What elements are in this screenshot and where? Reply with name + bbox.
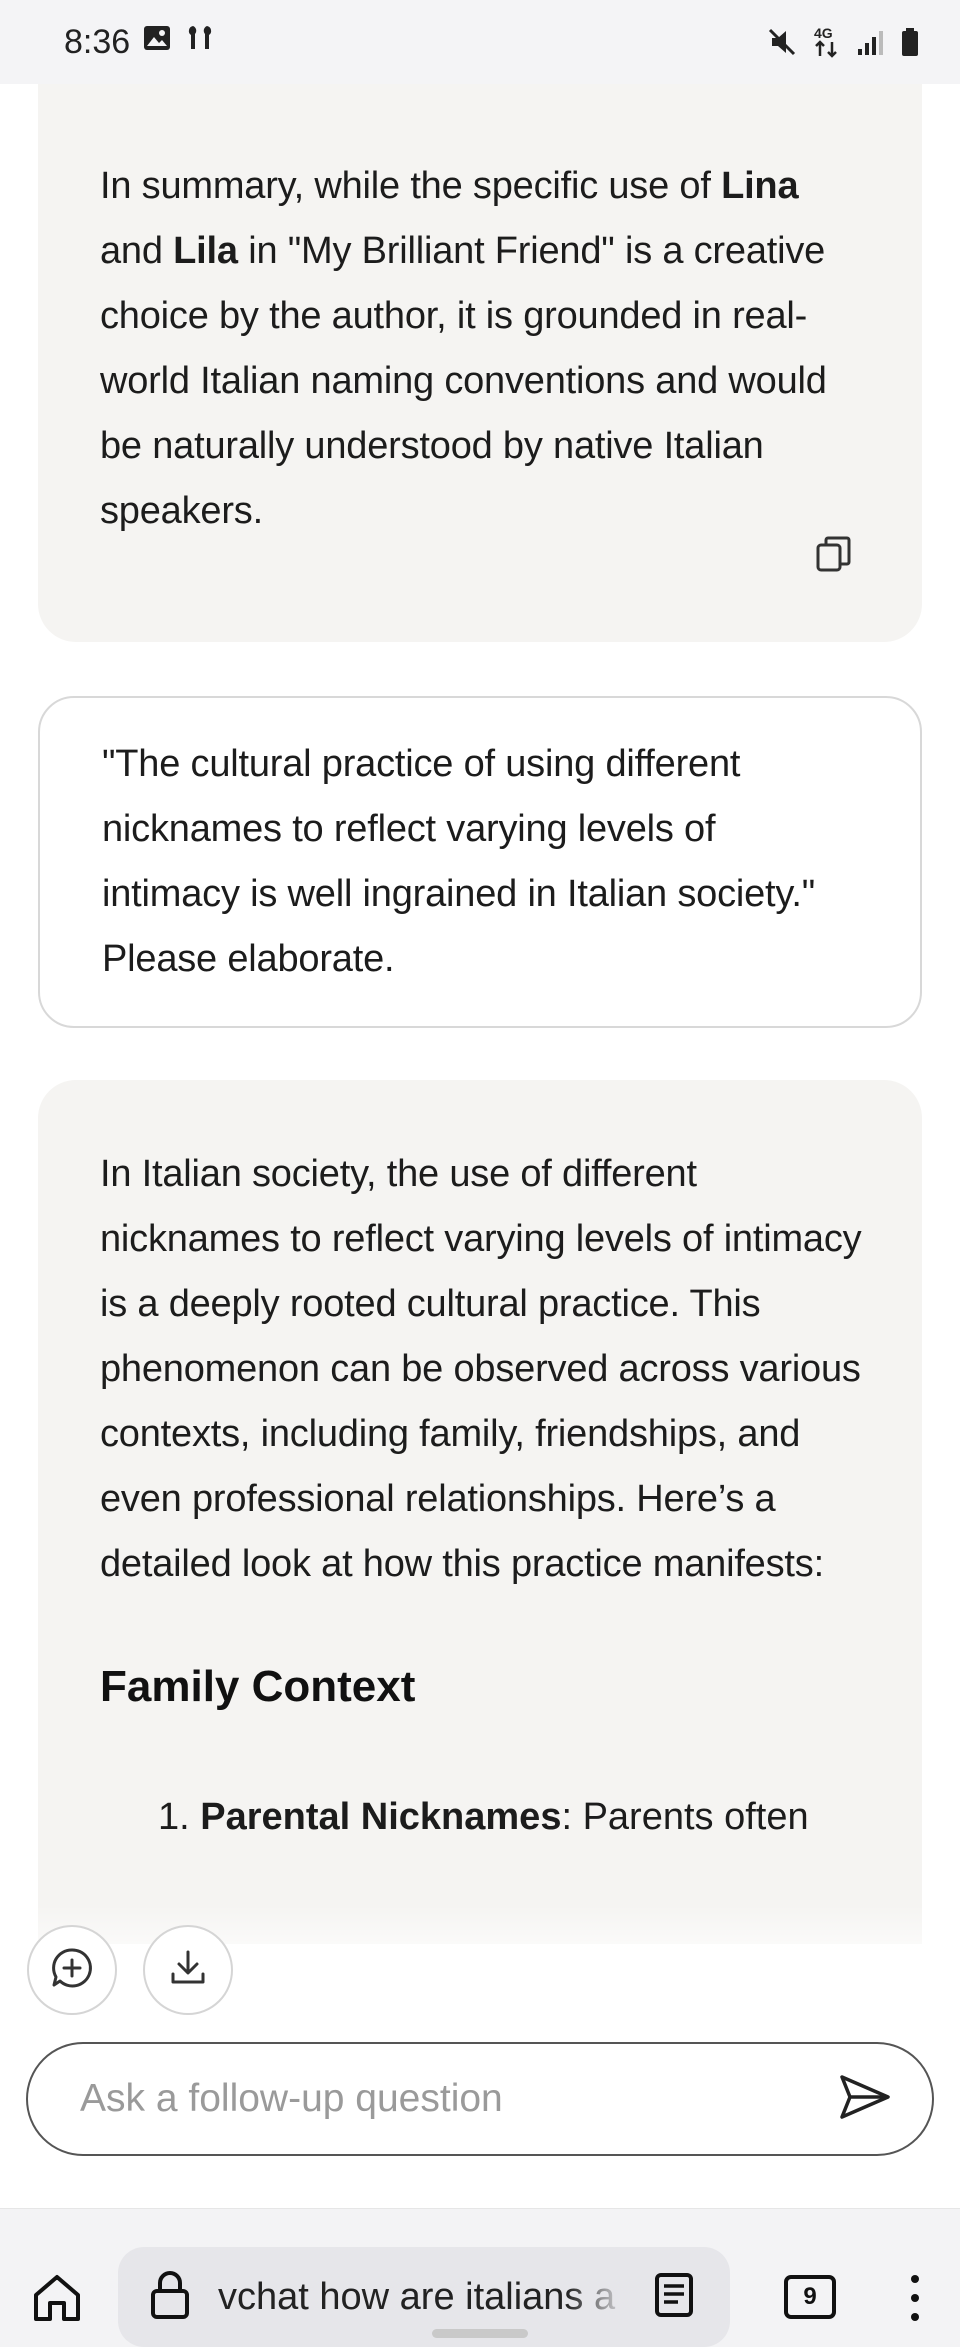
new-chat-button[interactable] (27, 1925, 117, 2015)
copy-button[interactable] (810, 532, 858, 580)
url-text: vchat how are italians a (218, 2275, 616, 2318)
chat-plus-icon (49, 1945, 95, 1996)
user-question-card: "The cultural practice of using differen… (38, 696, 922, 1028)
home-button[interactable] (30, 2271, 84, 2330)
download-icon (168, 1948, 208, 1993)
send-button[interactable] (838, 2073, 892, 2126)
copy-icon (814, 534, 854, 579)
status-bar: 8:36 4G (0, 0, 960, 84)
list-term: Parental Nicknames (200, 1796, 562, 1838)
browser-toolbar: vchat how are italians a 9 (0, 2208, 960, 2347)
tabs-button[interactable]: 9 (784, 2275, 836, 2319)
followup-input[interactable] (80, 2077, 780, 2121)
earbuds-icon (184, 22, 216, 63)
list-text: : Parents often (561, 1796, 809, 1838)
mute-icon (766, 26, 798, 58)
followup-bar (26, 2042, 934, 2156)
answer-text: in "My Brilliant Friend" is a creative c… (100, 230, 827, 532)
gesture-handle[interactable] (432, 2329, 528, 2338)
address-bar[interactable]: vchat how are italians a (118, 2247, 730, 2347)
more-menu-button[interactable] (903, 2271, 927, 2330)
network-label: 4G (814, 25, 833, 41)
reader-mode-button[interactable] (654, 2272, 694, 2323)
status-time: 8:36 (64, 22, 131, 61)
status-right: 4G (766, 24, 920, 60)
answer-intro: In Italian society, the use of different… (100, 1153, 862, 1585)
more-vertical-icon (903, 2275, 927, 2329)
tab-count: 9 (803, 2283, 817, 2310)
list-item: 1. Parental Nicknames: Parents often (100, 1785, 862, 1850)
bold-name-lina: Lina (721, 165, 799, 207)
list-number: 1. (158, 1796, 190, 1838)
send-icon (838, 2074, 892, 2125)
network-icon: 4G (812, 24, 842, 60)
answer-text: and (100, 230, 174, 272)
download-button[interactable] (143, 1925, 233, 2015)
section-heading: Family Context (100, 1662, 416, 1711)
gallery-icon (142, 23, 172, 62)
answer-text: In summary, while the specific use of (100, 165, 722, 207)
lock-icon (148, 2269, 192, 2326)
battery-icon (900, 26, 920, 58)
user-question-text: "The cultural practice of using differen… (102, 743, 816, 980)
signal-icon (856, 27, 886, 57)
bold-name-lila: Lila (173, 230, 238, 272)
answer-card: In summary, while the specific use of Li… (38, 84, 922, 642)
answer-paragraph: In summary, while the specific use of Li… (100, 154, 862, 544)
answer-card: In Italian society, the use of different… (38, 1080, 922, 1944)
home-icon (30, 2275, 84, 2329)
reader-mode-icon (654, 2272, 694, 2322)
conversation: In summary, while the specific use of Li… (0, 84, 960, 1944)
status-left: 8:36 (64, 22, 216, 63)
